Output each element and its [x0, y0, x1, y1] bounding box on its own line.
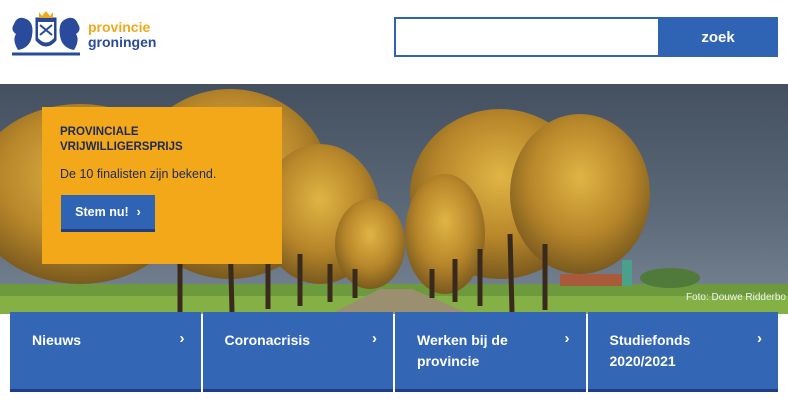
- tile-label: Studiefonds 2020/2021: [609, 332, 691, 369]
- chevron-right-icon: ›: [136, 205, 141, 219]
- promo-subtitle: De 10 finalisten zijn bekend.: [60, 167, 217, 181]
- search-button[interactable]: zoek: [658, 17, 778, 57]
- promo-title: PROVINCIALE VRIJWILLIGERSPRIJS: [60, 126, 183, 153]
- provincie-logo[interactable]: provincie groningen: [8, 10, 168, 60]
- tile-label: Coronacrisis: [224, 332, 311, 348]
- tile-label: Werken bij de provincie: [417, 332, 508, 369]
- photo-credit: Foto: Douwe Ridderbo: [685, 292, 786, 303]
- coat-of-arms-icon: [12, 11, 80, 56]
- chevron-right-icon: ›: [179, 330, 185, 347]
- search-input[interactable]: [394, 17, 658, 57]
- quick-links: Nieuws › Coronacrisis › Werken bij de pr…: [10, 312, 778, 392]
- search-form: zoek: [394, 17, 778, 57]
- logo-line-groningen: groningen: [88, 34, 157, 50]
- chevron-right-icon: ›: [757, 330, 762, 347]
- promo-card: PROVINCIALE VRIJWILLIGERSPRIJS De 10 fin…: [42, 107, 282, 264]
- logo-wordmark: provincie groningen: [88, 20, 156, 50]
- chevron-right-icon: ›: [564, 330, 570, 347]
- site-header: provincie groningen zoek: [0, 0, 788, 84]
- tile-werken-bij-de-provincie[interactable]: Werken bij de provincie ›: [395, 312, 586, 392]
- tile-nieuws[interactable]: Nieuws ›: [10, 312, 201, 392]
- tile-coronacrisis[interactable]: Coronacrisis ›: [202, 312, 393, 392]
- tile-studiefonds[interactable]: Studiefonds 2020/2021 ›: [587, 312, 778, 392]
- logo-line-provincie: provincie: [88, 19, 151, 35]
- tile-label: Nieuws: [32, 332, 82, 348]
- vote-button-label: Stem nu!: [75, 205, 129, 219]
- chevron-right-icon: ›: [372, 330, 377, 347]
- vote-button[interactable]: Stem nu! ›: [61, 195, 155, 232]
